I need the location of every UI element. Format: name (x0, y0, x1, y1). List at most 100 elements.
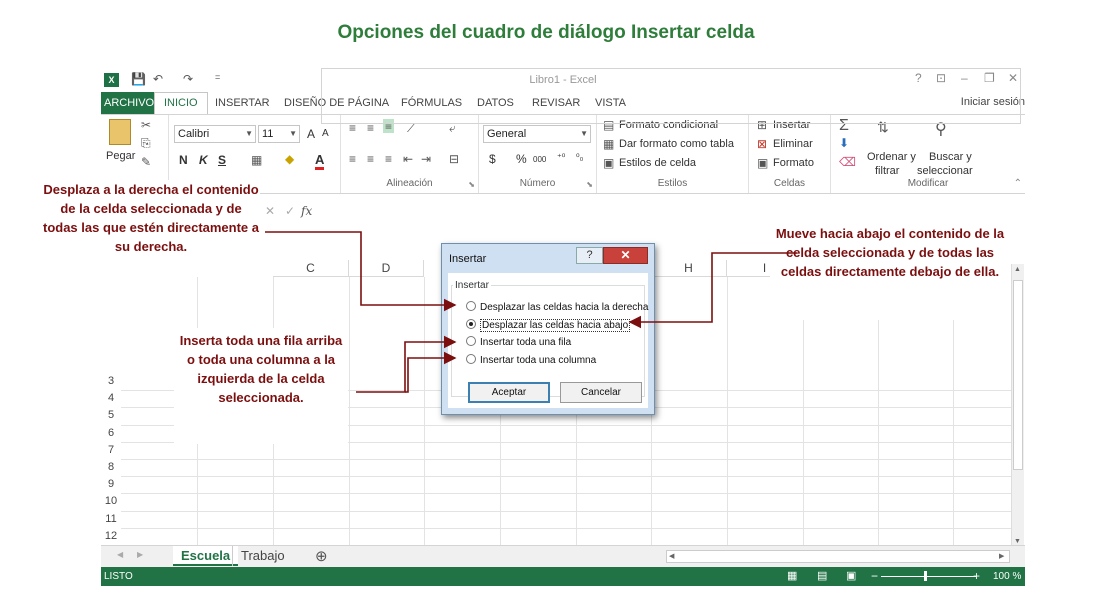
normal-view-icon[interactable]: ▦ (787, 569, 797, 582)
increase-decimal-button[interactable]: ⁺⁰ (557, 152, 565, 163)
decrease-decimal-button[interactable]: ⁰₀ (576, 152, 583, 163)
cancel-entry-icon[interactable]: ✕ (265, 204, 275, 218)
font-name-select[interactable]: Calibri ▼ (174, 125, 256, 143)
radio-shift-right[interactable] (466, 301, 476, 311)
shrink-font-button[interactable]: A (322, 128, 329, 139)
radio-entire-column[interactable] (466, 354, 476, 364)
column-header-c[interactable]: C (273, 260, 349, 277)
page-layout-view-icon[interactable]: ▤ (817, 569, 827, 582)
align-center-icon[interactable]: ≡ (367, 152, 374, 166)
clear-icon[interactable]: ⌫ (839, 155, 856, 169)
next-sheet-icon[interactable]: ▶ (137, 550, 143, 559)
scroll-left-icon[interactable]: ◀ (669, 552, 674, 560)
row-header[interactable]: 7 (101, 444, 121, 456)
row-header[interactable]: 10 (101, 495, 121, 507)
page-break-view-icon[interactable]: ▣ (846, 569, 856, 582)
zoom-slider[interactable] (881, 576, 977, 577)
scroll-right-icon[interactable]: ▶ (999, 552, 1004, 560)
align-left-icon[interactable]: ≡ (349, 152, 356, 166)
confirm-entry-icon[interactable]: ✓ (285, 204, 295, 218)
option-shift-down[interactable]: Desplazar las celdas hacia abajo (466, 319, 631, 335)
fill-color-icon[interactable]: ◆ (285, 152, 294, 166)
dialog-help-button[interactable]: ? (576, 247, 603, 264)
formula-input[interactable] (321, 68, 1021, 124)
radio-shift-down[interactable] (466, 319, 476, 329)
underline-button[interactable]: S (218, 153, 226, 167)
paste-button[interactable]: Pegar (106, 150, 135, 162)
format-table-button[interactable]: Dar formato como tabla (619, 138, 734, 150)
sheet-tab-escuela[interactable]: Escuela (173, 546, 239, 566)
radio-entire-row[interactable] (466, 336, 476, 346)
grow-font-button[interactable]: A (307, 127, 315, 141)
cancel-button[interactable]: Cancelar (560, 382, 642, 403)
prev-sheet-icon[interactable]: ◀ (117, 550, 123, 559)
row-header[interactable]: 4 (101, 392, 121, 404)
merge-center-icon[interactable]: ⊟ (449, 152, 459, 166)
row-header[interactable]: 5 (101, 409, 121, 421)
row-header[interactable]: 11 (101, 513, 121, 525)
thousands-button[interactable]: 000 (533, 155, 546, 164)
vertical-scrollbar[interactable]: ▲ ▼ (1011, 264, 1024, 547)
callout-shift-down: Mueve hacia abajo el contenido de la cel… (770, 224, 1010, 320)
cell-styles-button[interactable]: Estilos de celda (619, 157, 696, 169)
tab-archivo[interactable]: ARCHIVO (101, 92, 158, 114)
find-select-label-1[interactable]: Buscar y (929, 151, 972, 163)
zoom-out-button[interactable]: − (871, 569, 878, 583)
add-sheet-icon[interactable]: ⊕ (315, 547, 328, 565)
number-format-select[interactable]: General ▼ (483, 125, 591, 143)
paste-icon[interactable] (109, 119, 131, 145)
scroll-up-icon[interactable]: ▲ (1014, 266, 1021, 273)
column-header-d[interactable]: D (349, 260, 424, 277)
zoom-slider-thumb[interactable] (924, 571, 927, 581)
find-select-label-2[interactable]: seleccionar (917, 165, 973, 177)
align-right-icon[interactable]: ≡ (385, 152, 392, 166)
tab-insertar[interactable]: INSERTAR (215, 95, 270, 114)
currency-button[interactable]: $ (489, 152, 496, 166)
borders-icon[interactable]: ▦ (251, 153, 262, 167)
dialog-close-button[interactable]: ✕ (603, 247, 648, 264)
alignment-group: ≡ ≡ ≡ ⟋ ⤶ ≡ ≡ ≡ ⇤ ⇥ ⊟ Alineación ⬊ (341, 115, 479, 193)
column-header-h[interactable]: H (651, 260, 727, 277)
option-shift-right[interactable]: Desplazar las celdas hacia la derecha (466, 301, 648, 317)
decrease-indent-icon[interactable]: ⇤ (403, 152, 413, 166)
scroll-down-icon[interactable]: ▼ (1014, 538, 1021, 545)
font-color-button[interactable]: A (315, 152, 325, 170)
row-header[interactable]: 3 (101, 375, 121, 387)
row-header[interactable]: 8 (101, 461, 121, 473)
sort-filter-label-2[interactable]: filtrar (875, 165, 899, 177)
delete-cells-button[interactable]: Eliminar (773, 138, 813, 150)
format-painter-icon[interactable]: ✎ (141, 155, 151, 169)
row-header[interactable]: 12 (101, 530, 121, 542)
number-group-label: Número (519, 178, 556, 189)
row-header[interactable]: 9 (101, 478, 121, 490)
fill-icon[interactable]: ⬇ (839, 136, 849, 150)
format-cells-button[interactable]: Formato (773, 157, 814, 169)
dialog-launcher-icon[interactable]: ⬊ (468, 180, 475, 189)
insert-function-icon[interactable]: fx (301, 204, 312, 218)
tab-inicio[interactable]: INICIO (154, 92, 208, 115)
option-entire-row[interactable]: Insertar toda una fila (466, 336, 571, 352)
row-header[interactable]: 6 (101, 427, 121, 439)
sort-filter-label-1[interactable]: Ordenar y (867, 151, 916, 163)
collapse-ribbon-icon[interactable]: ⌃ (1014, 178, 1022, 189)
horizontal-scrollbar[interactable]: ◀ ▶ (666, 550, 1010, 563)
font-size-select[interactable]: 11 ▼ (258, 125, 300, 143)
option-entire-column[interactable]: Insertar toda una columna (466, 354, 596, 370)
format-cells-icon: ▣ (757, 156, 769, 170)
insert-dialog: Insertar ? ✕ Insertar Desplazar las celd… (441, 243, 655, 415)
editing-group-label: Modificar (907, 178, 949, 189)
zoom-in-button[interactable]: + (973, 569, 980, 583)
row-gridline (121, 476, 1013, 478)
bold-button[interactable]: N (179, 153, 188, 167)
format-table-icon: ▦ (603, 137, 615, 151)
dialog-launcher-icon[interactable]: ⬊ (586, 180, 593, 189)
percent-button[interactable]: % (516, 152, 527, 166)
cut-icon[interactable]: ✂ (141, 118, 151, 132)
vertical-scroll-thumb[interactable] (1013, 280, 1023, 470)
increase-indent-icon[interactable]: ⇥ (421, 152, 431, 166)
zoom-level[interactable]: 100 % (993, 571, 1021, 582)
sheet-tab-trabajo[interactable]: Trabajo (232, 546, 293, 566)
copy-icon[interactable]: ⎘ (141, 136, 151, 151)
italic-button[interactable]: K (199, 153, 208, 167)
ok-button[interactable]: Aceptar (468, 382, 550, 403)
